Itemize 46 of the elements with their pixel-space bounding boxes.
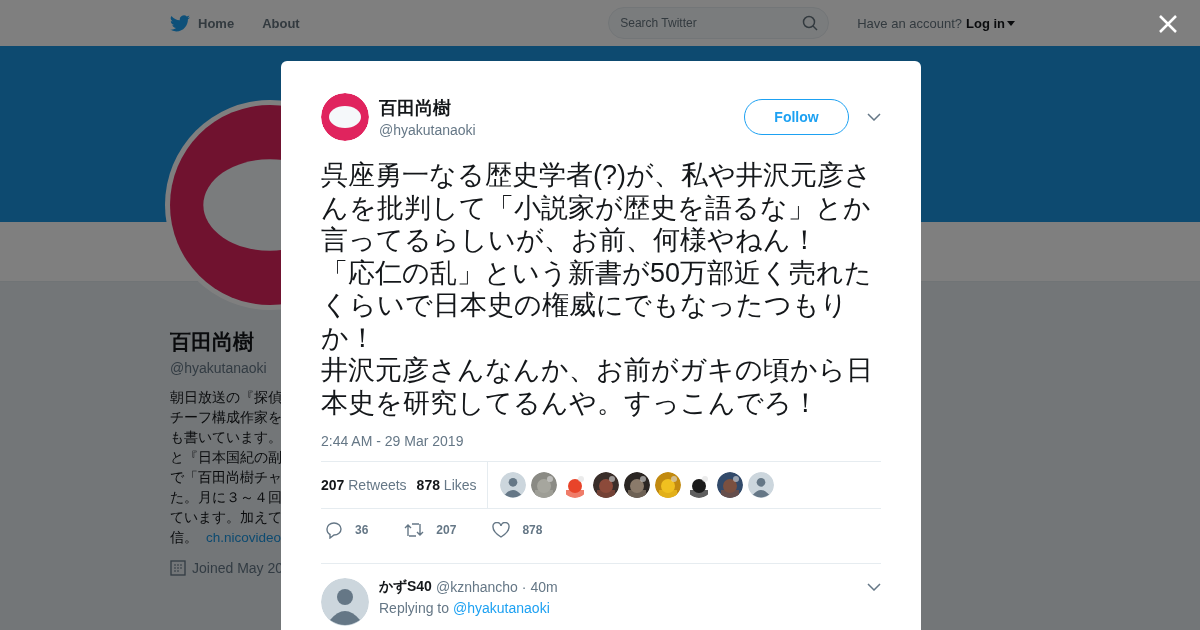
heart-icon <box>492 522 511 538</box>
follow-button[interactable]: Follow <box>744 99 849 135</box>
author-handle: @hyakutanaoki <box>379 122 477 138</box>
tweet-paragraph: 「応仁の乱」という新書が50万部近く売れたくらいで日本史の権威にでもなったつもりか！ <box>321 256 874 354</box>
home-link[interactable]: Home <box>170 14 235 32</box>
caret-icon <box>1007 20 1015 26</box>
calendar-icon <box>170 560 186 576</box>
about-link[interactable]: About <box>262 15 300 31</box>
tweet-paragraph: 井沢元彦さんなんか、お前がガキの頃から日本史を研究してるんや。すっこんでろ！ <box>321 354 874 419</box>
bio-line: た。月に３～４回 <box>170 489 283 507</box>
mention-link[interactable]: @hyakutanaoki <box>453 600 550 616</box>
bio-line: 信。 <box>170 529 198 547</box>
default-avatar <box>499 472 526 498</box>
retweet-count[interactable]: 207 Retweets <box>321 477 407 493</box>
bio-line: も書いています。 <box>170 429 283 447</box>
default-avatar <box>321 578 369 626</box>
like-count[interactable]: 878 Likes <box>416 477 477 493</box>
retweet-button[interactable]: 207 <box>400 522 461 538</box>
close-button[interactable] <box>1158 14 1178 34</box>
bird-icon <box>170 14 190 32</box>
retweet-icon <box>404 522 425 538</box>
bio-line: で「百田尚樹チャ <box>170 469 283 487</box>
chevron-icon[interactable] <box>867 583 881 591</box>
profile-handle: @hyakutanaoki <box>170 360 268 376</box>
replying-to-label: Replying to <box>379 600 450 616</box>
author-name: 百田尚樹 <box>379 97 452 120</box>
bio-line: チーフ構成作家を <box>170 409 283 427</box>
reply-time: · 40m <box>521 579 558 595</box>
chevron-icon[interactable] <box>867 113 881 121</box>
reply-button[interactable]: 36 <box>321 521 373 539</box>
bio-line: ています。加えて <box>170 509 283 527</box>
bio-line: 朝日放送の『探偵 <box>170 389 283 407</box>
login-link[interactable]: Log in <box>966 15 1015 31</box>
profile-name: 百田尚樹 <box>170 329 255 355</box>
bio-line: と『日本国紀の副 <box>170 449 283 467</box>
like-button[interactable]: 878 <box>488 522 547 538</box>
reply-author-name: かずS40 <box>379 578 432 596</box>
author-avatar <box>321 93 369 141</box>
account-prompt: Have an account? <box>857 15 962 31</box>
speech-bubble-icon <box>325 521 343 539</box>
search-icon <box>802 15 819 31</box>
default-avatar <box>747 472 774 498</box>
reply-author-handle: @kznhancho <box>435 579 518 595</box>
tweet-time: 2:44 AM - 29 Mar 2019 <box>321 433 465 449</box>
tweet-paragraph: 呉座勇一なる歴史学者(?)が、私や井沢元彦さんを批判して「小説家が歴史を語るな」とか言ってるらしいが、お前、何様やねん！ <box>321 159 873 257</box>
search-field[interactable]: Search Twitter <box>608 7 830 39</box>
